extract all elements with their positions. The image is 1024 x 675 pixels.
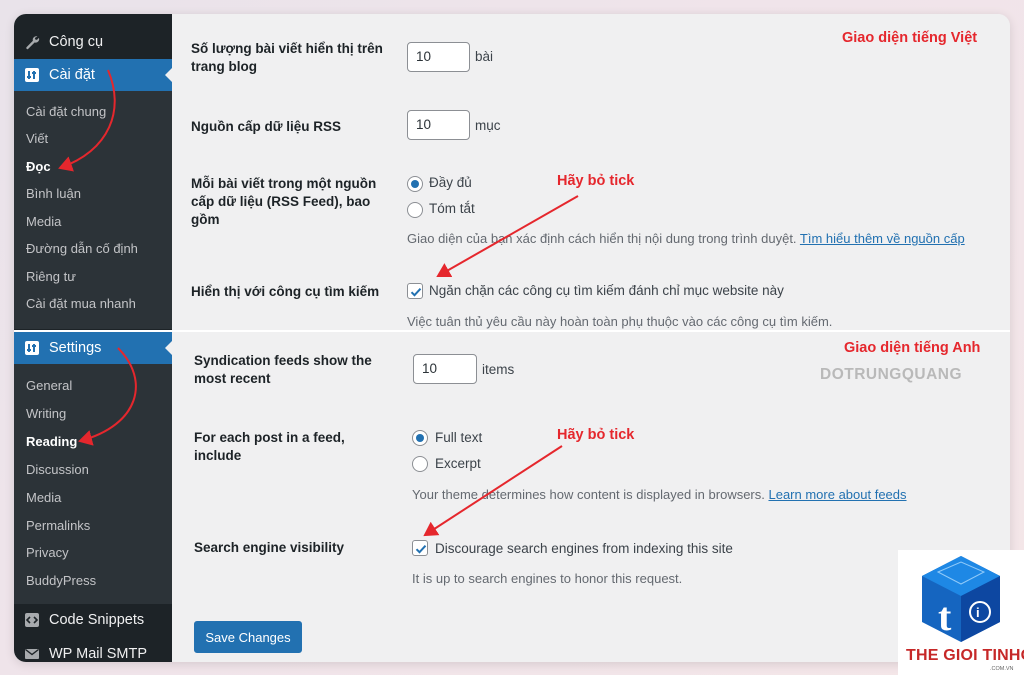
checkmark-icon (410, 288, 422, 297)
excerpt-radio-vi[interactable] (407, 202, 423, 218)
submenu-item-media[interactable]: Media (26, 490, 61, 505)
search-description: It is up to search engines to honor this… (412, 571, 683, 586)
mail-icon (24, 646, 40, 662)
wrench-icon (24, 34, 40, 50)
menu-settings-vi-label: Cài đặt (49, 67, 95, 83)
excerpt-label-vi: Tóm tắt (429, 201, 475, 216)
excerpt-label: Excerpt (435, 456, 481, 471)
submenu-item-reading-vi[interactable]: Đọc (26, 159, 51, 174)
feed-description: Your theme determines how content is dis… (412, 487, 907, 502)
menu-settings-en[interactable]: Settings (14, 332, 173, 364)
posts-unit-vi: bài (475, 49, 494, 64)
discourage-search-label-vi: Ngăn chặn các công cụ tìm kiếm đánh chỉ … (429, 283, 784, 298)
submenu-item-discussion[interactable]: Discussion (26, 462, 89, 477)
submenu-en (14, 364, 172, 604)
discourage-search-checkbox-vi[interactable] (407, 283, 423, 299)
feed-learn-more-link[interactable]: Learn more about feeds (768, 487, 906, 502)
feed-description-text-vi: Giao diện của bạn xác định cách hiển thị… (407, 231, 800, 246)
excerpt-radio[interactable] (412, 456, 428, 472)
menu-settings-en-label: Settings (49, 340, 102, 356)
discourage-search-label: Discourage search engines from indexing … (435, 541, 733, 556)
syndication-unit: items (482, 362, 515, 377)
full-text-label: Full text (435, 430, 483, 445)
menu-tools-label: Công cụ (49, 34, 104, 50)
syndication-input[interactable]: 10 (413, 354, 477, 384)
submenu-item-permalinks-vi[interactable]: Đường dẫn cố định (26, 241, 138, 256)
menu-wp-mail-smtp-label: WP Mail SMTP (49, 646, 148, 662)
full-text-radio-vi[interactable] (407, 176, 423, 192)
admin-window: Công cụ Cài đặt Cài đặt chung Viết Đọc B… (14, 14, 1010, 662)
svg-text:t: t (938, 594, 952, 639)
feed-content-label: For each post in a feed, include (194, 430, 345, 464)
sliders-icon (24, 340, 40, 356)
submenu-item-writing-vi[interactable]: Viết (26, 131, 48, 146)
submenu-item-permalinks[interactable]: Permalinks (26, 518, 90, 533)
submenu-item-general-vi[interactable]: Cài đặt chung (26, 104, 106, 119)
menu-settings-vi[interactable]: Cài đặt (14, 59, 173, 91)
panel-note-vi: Giao diện tiếng Việt (842, 30, 978, 46)
submenu-item-quickbuy-vi[interactable]: Cài đặt mua nhanh (26, 296, 136, 311)
brand-logo-domain: .COM.VN (990, 666, 1014, 672)
menu-tools[interactable]: Công cụ (14, 26, 172, 58)
annotation-untick-en: Hãy bỏ tick (557, 427, 635, 443)
section-divider (14, 330, 1010, 332)
submenu-item-writing[interactable]: Writing (26, 406, 66, 421)
menu-wp-mail-smtp[interactable]: WP Mail SMTP (14, 638, 172, 662)
search-visibility-label: Search engine visibility (194, 540, 345, 555)
search-visibility-label-vi: Hiển thị với công cụ tìm kiếm (191, 284, 380, 299)
submenu-item-reading[interactable]: Reading (26, 434, 77, 449)
admin-sidebar: Công cụ Cài đặt Cài đặt chung Viết Đọc B… (14, 14, 173, 662)
watermark-text: DOTRUNGQUANG (820, 366, 963, 383)
brand-logo: t i THE GIOI TINHOC .COM.VN (898, 550, 1024, 675)
submenu-item-media-vi[interactable]: Media (26, 214, 61, 229)
svg-text:i: i (976, 605, 980, 620)
feed-content-label-vi: Mỗi bài viết trong một nguồn cấp dữ liệu… (191, 176, 377, 228)
code-icon (24, 612, 40, 628)
full-text-radio[interactable] (412, 430, 428, 446)
cube-logo-icon: t i (922, 556, 1000, 642)
annotation-untick-vi: Hãy bỏ tick (557, 173, 635, 189)
feed-description-vi: Giao diện của bạn xác định cách hiển thị… (407, 231, 965, 246)
posts-per-page-label-vi: Số lượng bài viết hiển thị trên trang bl… (191, 41, 383, 75)
discourage-search-checkbox[interactable] (412, 540, 428, 556)
syndication-label: Syndication feeds show the most recent (194, 353, 372, 387)
sliders-icon (24, 67, 40, 83)
rss-unit-vi: mục (475, 118, 501, 133)
posts-per-page-input-vi[interactable]: 10 (407, 42, 470, 72)
checkmark-icon (415, 545, 427, 554)
menu-code-snippets-label: Code Snippets (49, 612, 145, 628)
menu-code-snippets[interactable]: Code Snippets (14, 604, 172, 636)
rss-input-vi[interactable]: 10 (407, 110, 470, 140)
submenu-vi (14, 91, 172, 329)
rss-label-vi: Nguồn cấp dữ liệu RSS (191, 119, 342, 134)
submenu-item-general[interactable]: General (26, 378, 72, 393)
feed-learn-more-link-vi[interactable]: Tìm hiểu thêm về nguồn cấp (800, 231, 965, 246)
submenu-item-discussion-vi[interactable]: Bình luận (26, 186, 81, 201)
search-description-vi: Việc tuân thủ yêu cầu này hoàn toàn phụ … (407, 314, 833, 329)
submenu-item-buddypress[interactable]: BuddyPress (26, 573, 96, 588)
full-text-label-vi: Đầy đủ (429, 175, 472, 190)
submenu-item-privacy[interactable]: Privacy (26, 545, 69, 560)
submenu-item-privacy-vi[interactable]: Riêng tư (26, 269, 76, 284)
settings-content: Giao diện tiếng Việt Số lượng bài viết h… (172, 14, 1010, 662)
brand-logo-text: THE GIOI TINHOC (906, 647, 1024, 664)
panel-note-en: Giao diện tiếng Anh (844, 340, 981, 356)
watermark-logo: DOTRUNGQUANG (820, 366, 962, 384)
save-changes-button[interactable]: Save Changes (194, 621, 302, 653)
feed-description-text: Your theme determines how content is dis… (412, 487, 769, 502)
